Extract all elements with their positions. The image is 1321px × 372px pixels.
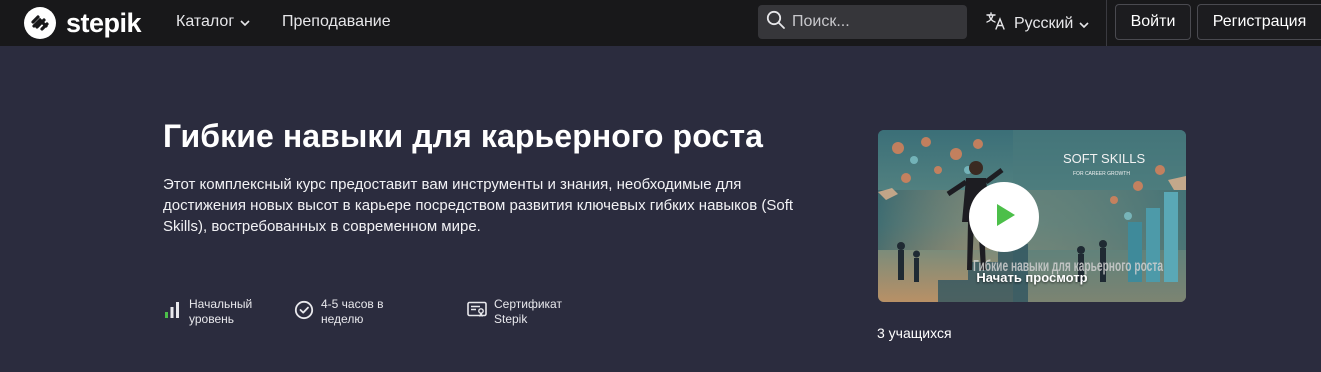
- nav-catalog-label: Каталог: [176, 13, 235, 30]
- login-button[interactable]: Войти: [1115, 4, 1191, 40]
- search-icon: [766, 10, 786, 35]
- stepik-logo[interactable]: stepik: [24, 6, 142, 40]
- nav-catalog[interactable]: Каталог: [176, 13, 250, 31]
- nav-teaching-label: Преподавание: [282, 13, 391, 30]
- certificate-icon: [467, 297, 487, 323]
- course-title: Гибкие навыки для карьерного роста: [163, 118, 763, 154]
- chevron-down-icon: [240, 13, 250, 31]
- course-description: Этот комплексный курс предоставит вам ин…: [163, 176, 794, 235]
- feature-time-text: 4-5 часов в неделю: [321, 297, 384, 326]
- translate-icon: [986, 12, 1006, 35]
- language-label: Русский: [1014, 14, 1074, 32]
- feature-certificate: Сертификат Stepik: [467, 297, 584, 327]
- language-selector[interactable]: Русский: [986, 12, 1089, 35]
- play-icon: [989, 200, 1019, 235]
- navbar-divider: [1106, 0, 1107, 46]
- level-bars-icon: [162, 297, 182, 323]
- learners-count: 3 учащихся: [877, 325, 952, 341]
- feature-level: Начальный уровень: [162, 297, 279, 327]
- search-box[interactable]: [758, 5, 967, 39]
- brand-name: stepik: [66, 7, 142, 38]
- chevron-down-icon: [1079, 15, 1089, 33]
- feature-level-text: Начальный уровень: [189, 297, 253, 326]
- play-button[interactable]: [969, 182, 1039, 252]
- register-button[interactable]: Регистрация: [1197, 4, 1321, 40]
- stepik-logo-icon: [24, 7, 56, 39]
- preview-image-subtitle: FOR CAREER GROWTH: [1073, 171, 1130, 177]
- search-input[interactable]: [792, 13, 962, 31]
- nav-teaching[interactable]: Преподавание: [282, 13, 391, 31]
- clock-icon: [294, 297, 314, 323]
- feature-time: 4-5 часов в неделю: [294, 297, 411, 327]
- feature-certificate-text: Сертификат Stepik: [494, 297, 562, 326]
- top-navbar: stepik Каталог Преподавание Русский: [0, 0, 1321, 46]
- start-preview-label[interactable]: Начать просмотр: [878, 270, 1186, 285]
- preview-image-title: SOFT SKILLS: [1063, 151, 1145, 166]
